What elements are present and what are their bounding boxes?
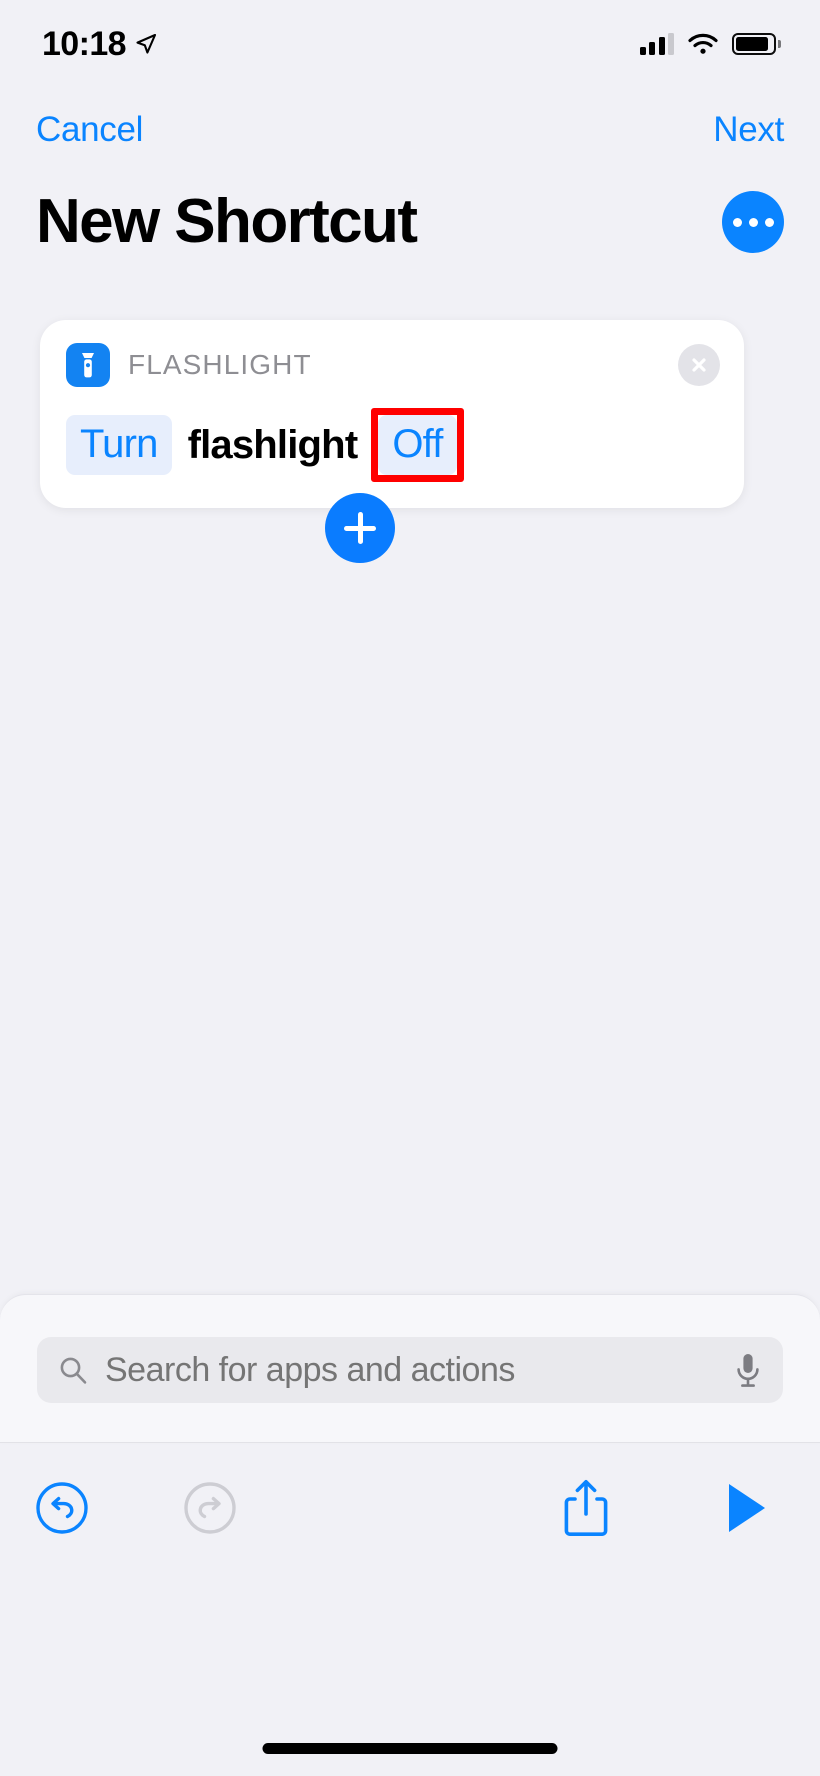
location-arrow-icon (136, 33, 157, 54)
next-button[interactable]: Next (713, 112, 784, 147)
title-row: New Shortcut (0, 176, 820, 268)
bottom-panel (0, 1294, 820, 1776)
action-app-name: FLASHLIGHT (128, 349, 312, 380)
status-bar-left: 10:18 (42, 27, 158, 61)
more-ellipsis-icon[interactable] (722, 191, 784, 253)
shortcuts-editor-screen: 10:18 Cancel Next New Shortcut FLASHLIGH… (0, 0, 820, 1776)
highlight-box: Off (371, 408, 464, 482)
action-card[interactable]: FLASHLIGHT Turn flashlight Off (40, 320, 744, 508)
close-circle-icon[interactable] (678, 344, 720, 386)
action-verb-token[interactable]: Turn (66, 415, 172, 475)
share-icon[interactable] (534, 1456, 638, 1560)
action-state-token[interactable]: Off (378, 415, 457, 475)
add-action-button[interactable] (325, 493, 395, 563)
action-parameter-row: Turn flashlight Off (66, 408, 718, 482)
home-indicator (262, 1743, 558, 1754)
cancel-button[interactable]: Cancel (36, 112, 143, 147)
search-input[interactable] (105, 1350, 733, 1390)
wifi-icon (688, 33, 718, 54)
search-bar[interactable] (37, 1337, 783, 1403)
action-card-header: FLASHLIGHT (66, 343, 720, 387)
undo-icon[interactable] (10, 1456, 114, 1560)
action-object-label: flashlight (187, 423, 359, 467)
play-icon[interactable] (694, 1456, 798, 1560)
status-bar: 10:18 (0, 0, 820, 88)
flashlight-icon (66, 343, 110, 387)
search-icon (60, 1357, 87, 1384)
search-sheet (0, 1294, 820, 1442)
editor-toolbar (0, 1442, 820, 1572)
microphone-icon[interactable] (733, 1351, 763, 1389)
page-title: New Shortcut (36, 187, 418, 256)
navigation-bar: Cancel Next (0, 98, 820, 160)
battery-icon (732, 33, 781, 55)
cellular-signal-icon (639, 33, 674, 55)
redo-icon[interactable] (158, 1456, 262, 1560)
status-bar-right (639, 33, 781, 55)
status-bar-clock: 10:18 (42, 25, 127, 63)
